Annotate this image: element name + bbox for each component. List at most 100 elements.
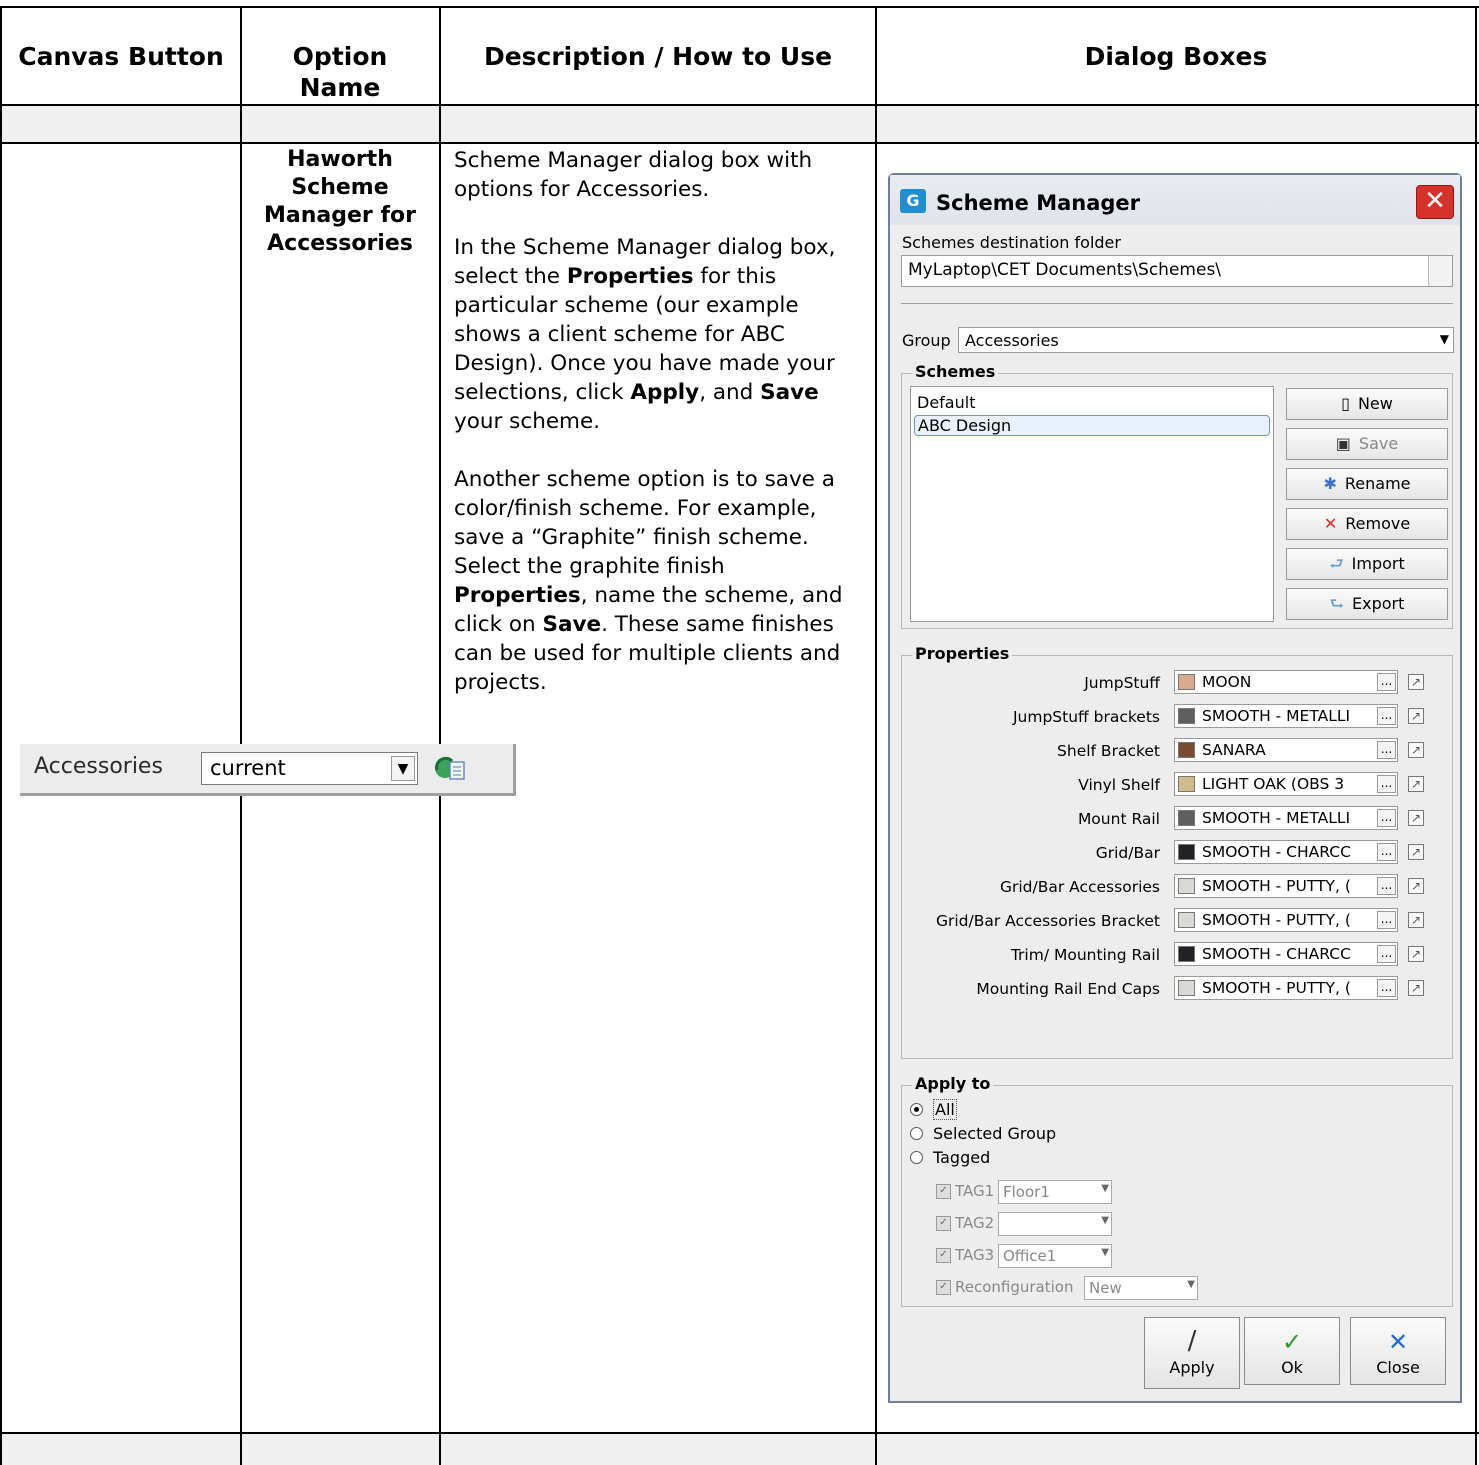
edit-icon[interactable]: ↗ [1408,980,1424,996]
browse-ellipsis-button[interactable]: ... [1377,673,1396,691]
ok-button[interactable]: ✓ Ok [1244,1317,1340,1385]
browse-ellipsis-button[interactable]: ... [1377,775,1396,793]
property-value-field[interactable]: SMOOTH - CHARCC... [1174,840,1398,864]
chevron-down-icon: ▼ [1101,1247,1109,1258]
new-button[interactable]: ▯ New [1286,388,1448,420]
color-swatch [1178,946,1195,962]
edit-icon[interactable]: ↗ [1408,878,1424,894]
radio-tagged[interactable]: Tagged [910,1148,990,1167]
property-value: SMOOTH - PUTTY, ( [1202,979,1351,997]
property-value-field[interactable]: SMOOTH - PUTTY, (... [1174,874,1398,898]
chevron-down-icon[interactable]: ▼ [391,756,415,781]
import-button[interactable]: ⮐ Import [1286,548,1448,580]
tag1-select[interactable]: Floor1 ▼ [998,1180,1112,1204]
folder-label: Schemes destination folder [902,233,1121,252]
export-button[interactable]: ⮑ Export [1286,588,1448,620]
apply-to-group: Apply to All Selected Group Tagged ✓ TAG1… [901,1074,1453,1307]
table-border-top [0,6,1479,8]
apply-button[interactable]: / Apply [1144,1317,1240,1389]
properties-group: Properties JumpStuff MOON... ↗ JumpStuff br… [901,644,1453,1059]
dialog-title: Scheme Manager [936,191,1141,215]
list-item-selected[interactable]: ABC Design [914,415,1270,436]
folder-value: MyLaptop\CET Documents\Schemes\ [908,260,1222,280]
property-value: SMOOTH - CHARCC [1202,843,1351,861]
close-button[interactable]: ✕ Close [1350,1317,1446,1385]
checkbox-icon[interactable]: ✓ [936,1280,951,1295]
property-value-field[interactable]: SANARA... [1174,738,1398,762]
scheme-manager-icon[interactable] [432,752,468,784]
checkbox-icon[interactable]: ✓ [936,1216,951,1231]
description-text: Scheme Manager dialog box with options f… [454,146,864,726]
property-value-field[interactable]: SMOOTH - PUTTY, (... [1174,976,1398,1000]
property-label: Mounting Rail End Caps [976,980,1160,998]
rename-button[interactable]: ✱ Rename [1286,468,1448,500]
edit-icon[interactable]: ↗ [1408,946,1424,962]
property-value-field[interactable]: MOON... [1174,670,1398,694]
canvas-scheme-select[interactable]: current ▼ [201,752,418,785]
property-value-field[interactable]: SMOOTH - METALLI... [1174,806,1398,830]
close-icon[interactable]: ✕ [1416,185,1454,219]
property-value-field[interactable]: SMOOTH - METALLI... [1174,704,1398,728]
property-value-field[interactable]: SMOOTH - PUTTY, (... [1174,908,1398,932]
edit-icon[interactable]: ↗ [1408,912,1424,928]
edit-icon[interactable]: ↗ [1408,776,1424,792]
browse-ellipsis-button[interactable]: ... [1377,809,1396,827]
property-row: JumpStuff MOON... ↗ [902,670,1462,698]
checkbox-icon[interactable]: ✓ [936,1184,951,1199]
property-value: SMOOTH - METALLI [1202,809,1351,827]
save-button[interactable]: ▣ Save [1286,428,1448,460]
browse-ellipsis-button[interactable]: ... [1377,707,1396,725]
browse-ellipsis-button[interactable]: ... [1377,911,1396,929]
list-item[interactable]: Default [917,393,975,412]
property-row: Grid/Bar Accessories Bracket SMOOTH - PUT… [902,908,1462,936]
folder-browse-button[interactable] [1428,256,1452,286]
folder-field[interactable]: MyLaptop\CET Documents\Schemes\ [901,255,1453,287]
new-icon: ▯ [1341,394,1350,413]
browse-ellipsis-button[interactable]: ... [1377,741,1396,759]
description-paragraph-2: In the Scheme Manager dialog box, select… [454,235,836,434]
color-swatch [1178,810,1195,826]
col-line-0 [0,6,2,1465]
browse-ellipsis-button[interactable]: ... [1377,979,1396,997]
property-label: Vinyl Shelf [1078,776,1160,794]
group-select[interactable]: Accessories ▼ [958,327,1454,353]
radio-all[interactable]: All [910,1099,957,1120]
property-row: Mount Rail SMOOTH - METALLI... ↗ [902,806,1462,834]
tag1-row: ✓ TAG1 [936,1182,994,1200]
edit-icon[interactable]: ↗ [1408,674,1424,690]
tag3-select[interactable]: Office1 ▼ [998,1244,1112,1268]
property-row: Shelf Bracket SANARA... ↗ [902,738,1462,766]
property-value-field[interactable]: SMOOTH - CHARCC... [1174,942,1398,966]
property-value-field[interactable]: LIGHT OAK (OBS 3... [1174,772,1398,796]
edit-icon[interactable]: ↗ [1408,810,1424,826]
dialog-titlebar[interactable]: G Scheme Manager ✕ [890,175,1460,225]
edit-icon[interactable]: ↗ [1408,708,1424,724]
tag2-select[interactable]: ▼ [998,1212,1112,1236]
rename-icon: ✱ [1323,474,1337,493]
header-option-name: Option Name [292,42,388,102]
schemes-list[interactable]: Default ABC Design [910,386,1274,622]
edit-icon[interactable]: ↗ [1408,742,1424,758]
property-label: JumpStuff [1084,674,1160,692]
property-row: Vinyl Shelf LIGHT OAK (OBS 3... ↗ [902,772,1462,800]
reconfiguration-select[interactable]: New ▼ [1084,1276,1198,1300]
property-row: Grid/Bar Accessories SMOOTH - PUTTY, (...… [902,874,1462,902]
browse-ellipsis-button[interactable]: ... [1377,877,1396,895]
scheme-manager-dialog: G Scheme Manager ✕ Schemes destination f… [888,173,1462,1403]
color-swatch [1178,878,1195,894]
edit-icon[interactable]: ↗ [1408,844,1424,860]
chevron-down-icon[interactable]: ▼ [1440,332,1449,346]
property-value: SANARA [1202,741,1266,759]
remove-button[interactable]: ✕ Remove [1286,508,1448,540]
color-swatch [1178,776,1195,792]
color-swatch [1178,674,1195,690]
property-value: SMOOTH - METALLI [1202,707,1351,725]
browse-ellipsis-button[interactable]: ... [1377,945,1396,963]
property-row: Grid/Bar SMOOTH - CHARCC... ↗ [902,840,1462,868]
checkbox-icon[interactable]: ✓ [936,1248,951,1263]
col-line-4 [1475,6,1477,1465]
color-swatch [1178,844,1195,860]
radio-selected-group[interactable]: Selected Group [910,1124,1056,1143]
property-row: JumpStuff brackets SMOOTH - METALLI... ↗ [902,704,1462,732]
browse-ellipsis-button[interactable]: ... [1377,843,1396,861]
